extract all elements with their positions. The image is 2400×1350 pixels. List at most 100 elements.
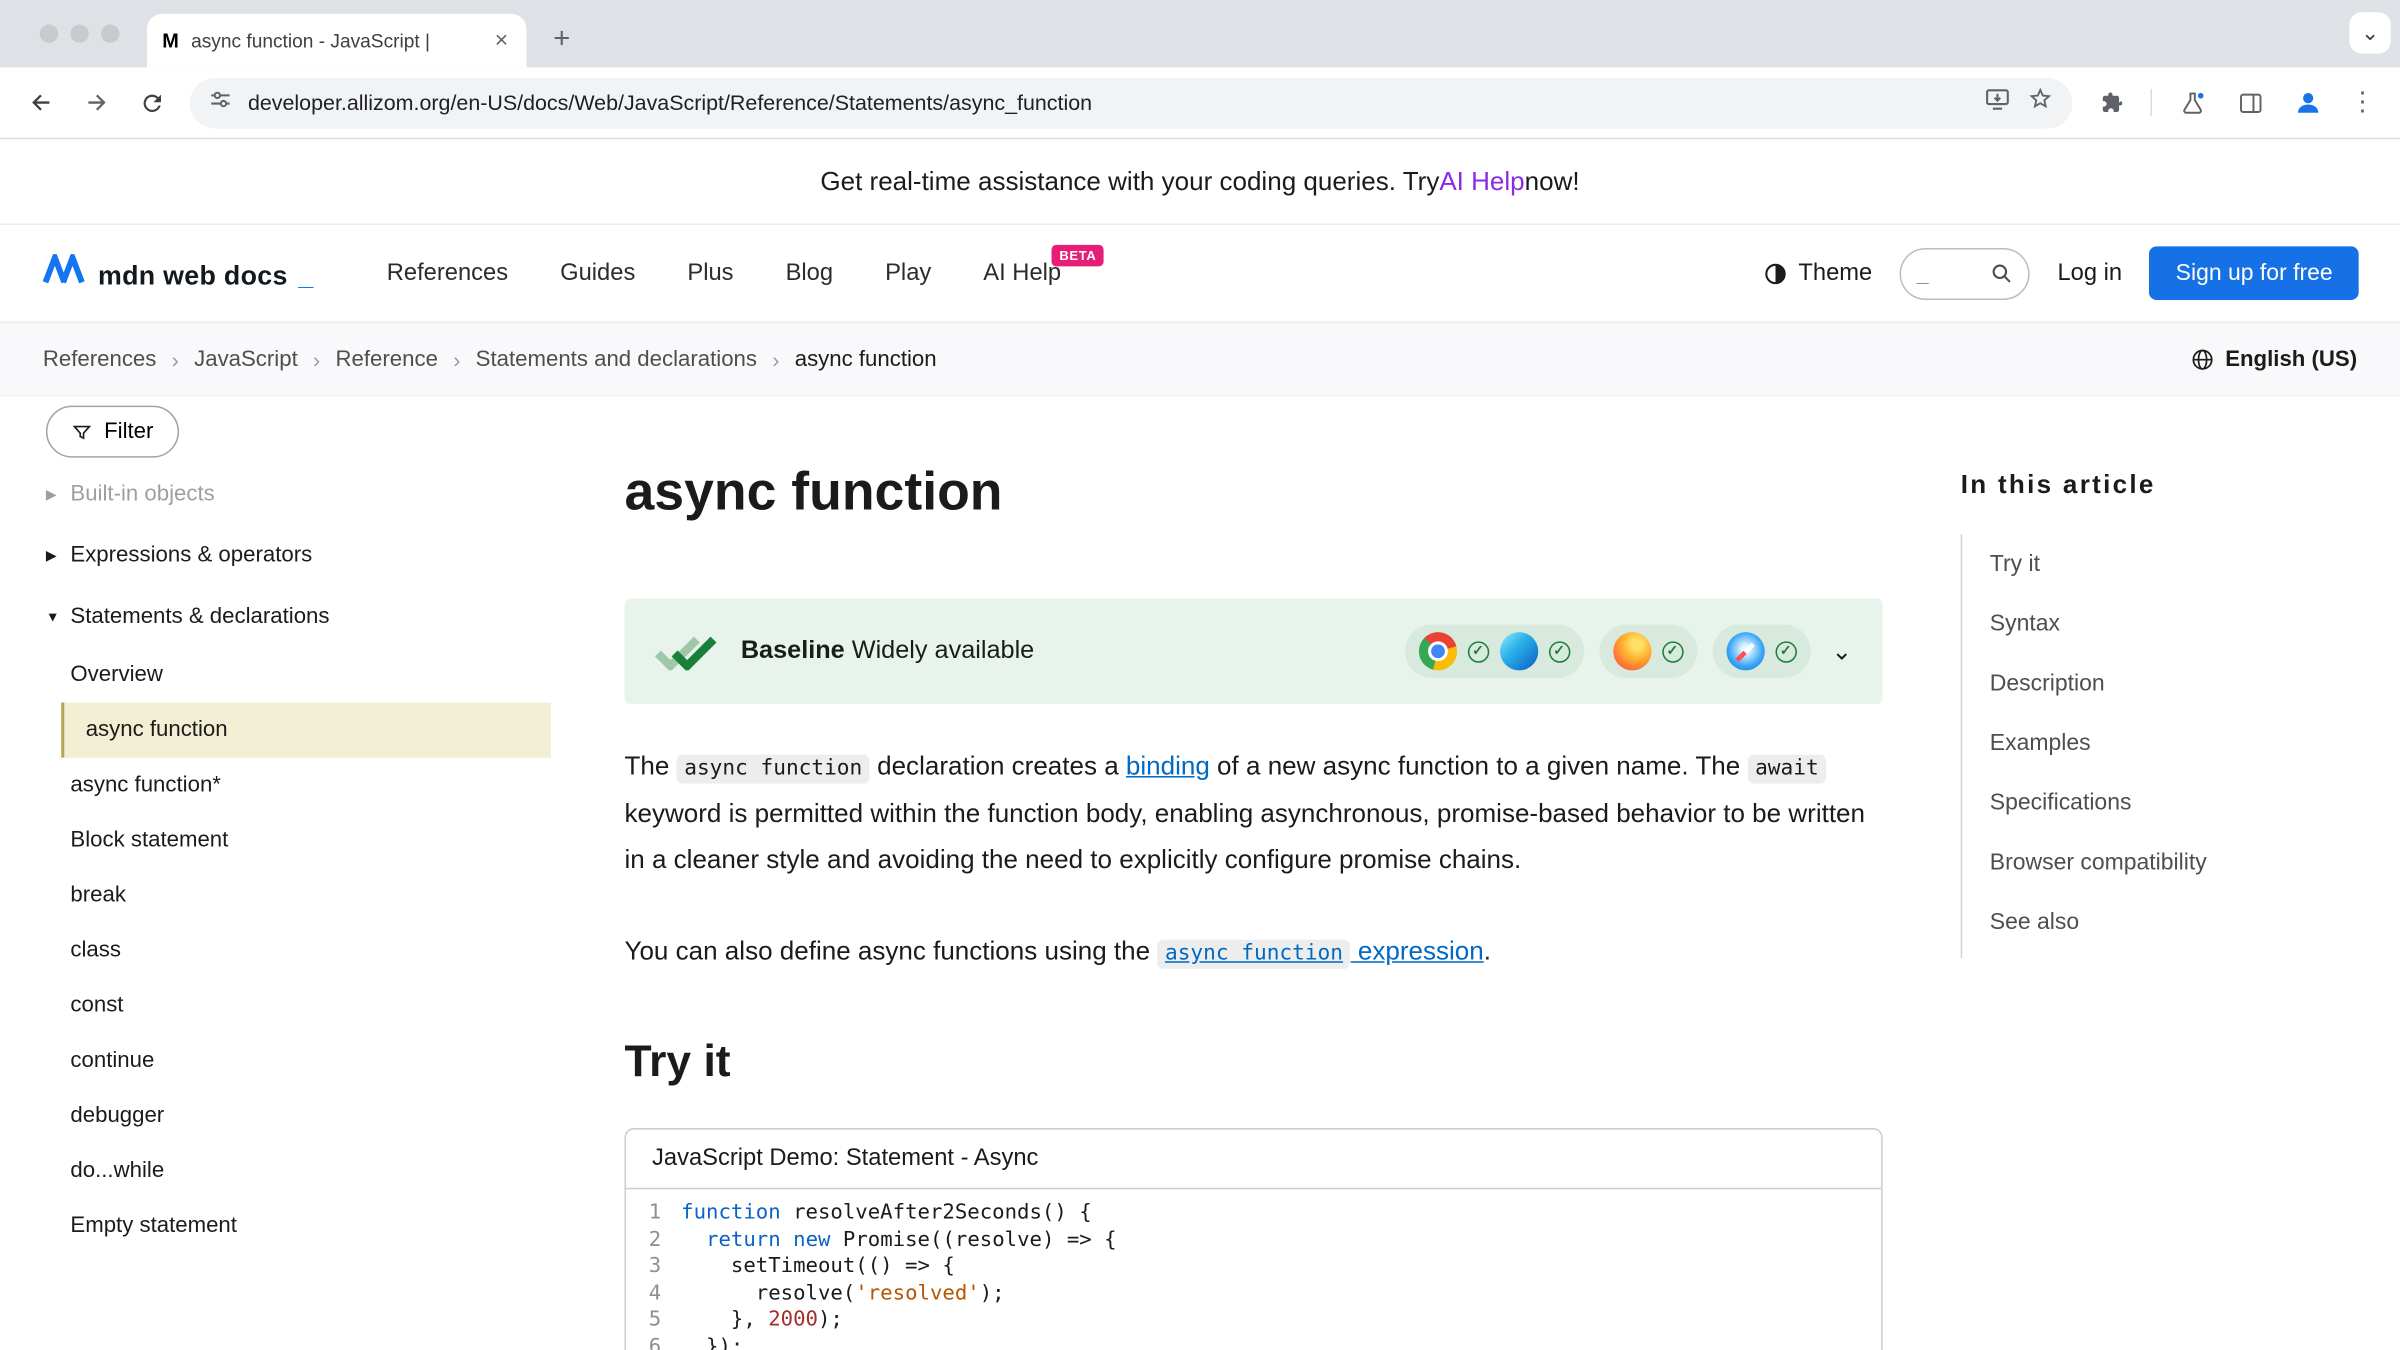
tab-close-icon[interactable]: ×: [492, 28, 512, 54]
sidebar-item-class[interactable]: class: [46, 923, 551, 978]
tab-search-chevron-icon[interactable]: ⌄: [2349, 12, 2390, 53]
code-editor[interactable]: 1function resolveAfter2Seconds() {2 retu…: [626, 1189, 1881, 1350]
inline-code: async function: [677, 755, 870, 784]
install-icon[interactable]: [1984, 85, 2012, 120]
theme-icon: [1763, 261, 1787, 285]
code-text: return new Promise((resolve) => {: [681, 1227, 1116, 1254]
extensions-icon[interactable]: [2085, 77, 2137, 129]
nav-label: Guides: [560, 259, 635, 285]
beta-badge: BETA: [1052, 244, 1104, 265]
sidebar-item-label: do...while: [70, 1159, 164, 1183]
minimize-window-button[interactable]: [70, 24, 88, 42]
firefox-icon: [1613, 632, 1651, 670]
sidebar-item-block-statement[interactable]: Block statement: [46, 813, 551, 868]
nav-label: AI Help: [983, 259, 1061, 285]
language-label: English (US): [2225, 347, 2357, 371]
nav-guides[interactable]: Guides: [560, 259, 635, 287]
mdn-logo[interactable]: mdn web docs _: [41, 254, 313, 292]
async-function-expression-link[interactable]: async function expression: [1157, 937, 1483, 966]
browser-support-pill: [1599, 624, 1697, 678]
labs-flask-icon[interactable]: [2166, 77, 2218, 129]
toc-link-specifications[interactable]: Specifications: [1990, 789, 2132, 815]
breadcrumb-references[interactable]: References: [43, 347, 157, 371]
promo-text-before: Get real-time assistance with your codin…: [820, 166, 1439, 197]
forward-button[interactable]: [70, 77, 122, 129]
side-panel-icon[interactable]: [2224, 77, 2276, 129]
bookmark-star-icon[interactable]: [2027, 85, 2055, 120]
demo-title: JavaScript Demo: Statement - Async: [626, 1130, 1881, 1190]
breadcrumb: References › JavaScript › Reference › Statemen…: [43, 347, 937, 371]
toc-link-examples[interactable]: Examples: [1990, 729, 2091, 755]
nav-references[interactable]: References: [387, 259, 508, 287]
edge-icon: [1499, 632, 1537, 670]
browser-menu-icon[interactable]: ⋮: [2340, 87, 2384, 118]
search-placeholder: _: [1917, 261, 1929, 285]
sidebar-item-label: async function: [86, 718, 228, 742]
close-window-button[interactable]: [40, 24, 58, 42]
toc-link-description[interactable]: Description: [1990, 670, 2105, 696]
toolbar-actions: ⋮: [2085, 77, 2385, 129]
breadcrumb-reference[interactable]: Reference: [336, 347, 438, 371]
breadcrumb-separator: ›: [453, 347, 460, 371]
breadcrumb-bar: References › JavaScript › Reference › Statemen…: [0, 323, 2400, 396]
link-text: expression: [1351, 937, 1484, 966]
breadcrumb-separator: ›: [313, 347, 320, 371]
intro-paragraph: The async function declaration creates a…: [624, 744, 1882, 883]
toc-link-browser-compatibility[interactable]: Browser compatibility: [1990, 849, 2207, 875]
sidebar-item-break[interactable]: break: [46, 868, 551, 923]
binding-link[interactable]: binding: [1126, 752, 1210, 781]
code-text: }, 2000);: [681, 1307, 843, 1334]
language-switcher[interactable]: English (US): [2190, 347, 2357, 371]
search-icon[interactable]: [1990, 262, 2013, 285]
profile-avatar-icon[interactable]: [2282, 77, 2334, 129]
toc-link-try-it[interactable]: Try it: [1990, 550, 2040, 576]
nav-play[interactable]: Play: [885, 259, 931, 287]
tab-title: async function - JavaScript |: [191, 30, 479, 51]
baseline-widget[interactable]: Baseline Widely available ⌄: [624, 598, 1882, 704]
sidebar-item-debugger[interactable]: debugger: [46, 1088, 551, 1143]
nav-blog[interactable]: Blog: [786, 259, 833, 287]
url-text[interactable]: developer.allizom.org/en-US/docs/Web/Jav…: [248, 90, 1968, 114]
toc-link-see-also[interactable]: See also: [1990, 908, 2079, 934]
browser-tab[interactable]: M async function - JavaScript | ×: [147, 14, 527, 68]
toc-link-syntax[interactable]: Syntax: [1990, 610, 2060, 636]
sidebar-item-expressions-operators[interactable]: ▶Expressions & operators: [46, 525, 551, 586]
sidebar-item-built-in-objects[interactable]: ▶Built-in objects: [46, 464, 551, 525]
site-search-input[interactable]: _: [1900, 247, 2030, 299]
promo-ai-help-link[interactable]: AI Help: [1439, 166, 1524, 197]
baseline-check-icon: [655, 633, 716, 670]
globe-icon: [2190, 347, 2214, 371]
sidebar-item-async-function[interactable]: async function*: [46, 758, 551, 813]
sidebar-item-overview[interactable]: Overview: [46, 647, 551, 702]
filter-button[interactable]: Filter: [46, 406, 180, 458]
sidebar-item-const[interactable]: const: [46, 978, 551, 1033]
breadcrumb-separator: ›: [772, 347, 779, 371]
sidebar-item-statements-declarations[interactable]: ▼Statements & declarations: [46, 586, 551, 647]
zoom-window-button[interactable]: [101, 24, 119, 42]
baseline-expand-chevron-icon[interactable]: ⌄: [1832, 636, 1853, 667]
nav-ai-help[interactable]: AI HelpBETA: [983, 259, 1061, 287]
breadcrumb-javascript[interactable]: JavaScript: [194, 347, 298, 371]
breadcrumb-async-function[interactable]: async function: [795, 347, 937, 371]
nav-plus[interactable]: Plus: [687, 259, 733, 287]
sidebar-item-empty-statement[interactable]: Empty statement: [46, 1198, 551, 1253]
reload-button[interactable]: [126, 77, 178, 129]
tab-strip: M async function - JavaScript | × + ⌄: [0, 0, 2400, 67]
new-tab-button[interactable]: +: [539, 17, 585, 63]
collapse-arrow-icon[interactable]: ▼: [46, 609, 61, 624]
sidebar-item-continue[interactable]: continue: [46, 1033, 551, 1088]
login-link[interactable]: Log in: [2057, 259, 2122, 287]
url-bar[interactable]: developer.allizom.org/en-US/docs/Web/Jav…: [190, 77, 2073, 128]
back-button[interactable]: [15, 77, 67, 129]
window-controls: [40, 24, 120, 42]
sidebar-item-async-function[interactable]: async function: [61, 703, 551, 758]
site-settings-icon[interactable]: [208, 86, 232, 118]
expand-arrow-icon[interactable]: ▶: [46, 486, 61, 503]
theme-toggle[interactable]: Theme: [1763, 259, 1872, 287]
browser-support-pill: [1712, 624, 1810, 678]
sidebar-item-do-while[interactable]: do...while: [46, 1143, 551, 1198]
expand-arrow-icon[interactable]: ▶: [46, 547, 61, 564]
signup-button[interactable]: Sign up for free: [2150, 246, 2359, 300]
toc-item: Browser compatibility: [1962, 833, 2345, 893]
breadcrumb-statements-and-declarations[interactable]: Statements and declarations: [476, 347, 757, 371]
